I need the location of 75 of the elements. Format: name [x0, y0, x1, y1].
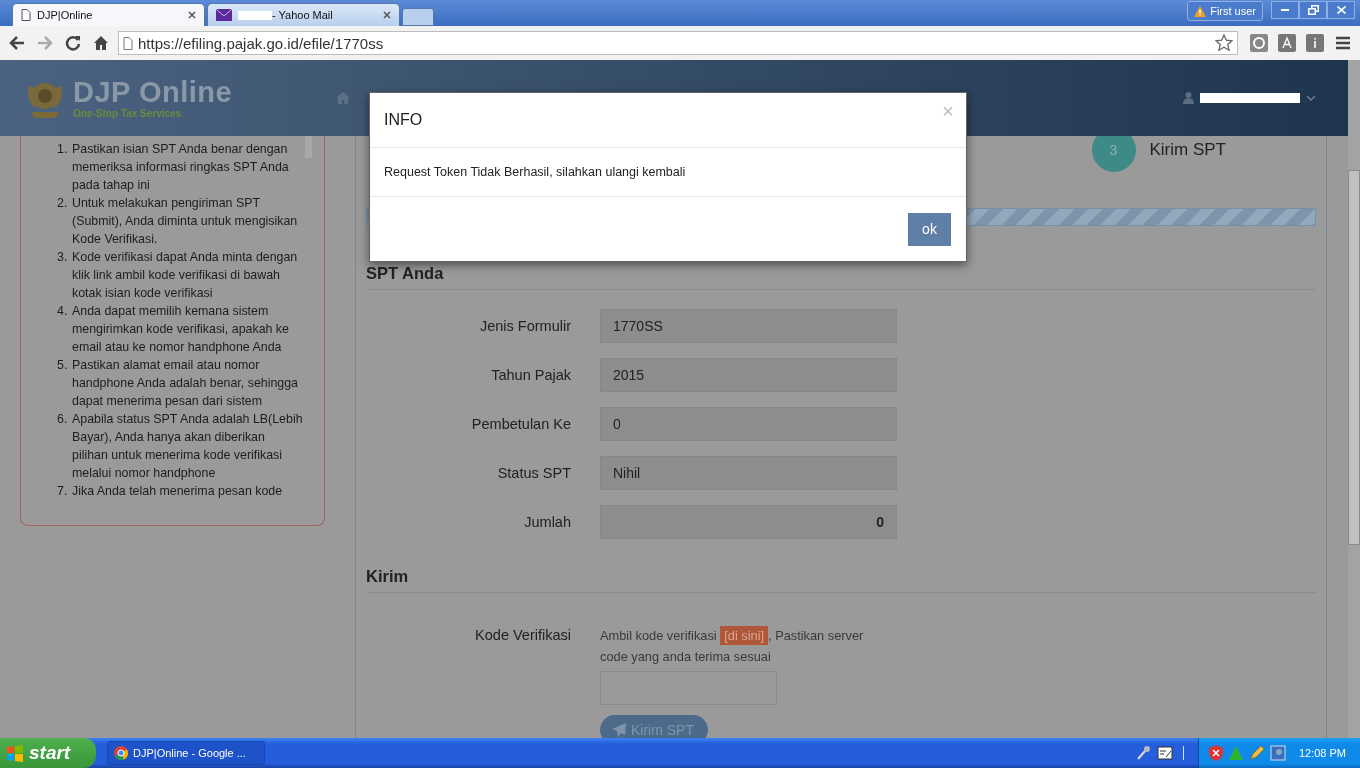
instruction-text: Jika Anda telah menerima pesan kode	[72, 483, 284, 500]
instruction-text: Untuk melakukan pengiriman SPT (Submit), Anda diminta untuk mengisikan Kode Verifikasi.	[72, 195, 299, 248]
input-field[interactable]: 0	[600, 407, 897, 441]
item-number: 7.	[57, 483, 69, 500]
item-number: 2.	[57, 195, 69, 212]
restore-icon	[1307, 5, 1319, 15]
info-extension-icon[interactable]	[1306, 34, 1324, 52]
taskbar-button[interactable]: DJP|Online - Google ...	[107, 741, 265, 765]
close-icon[interactable]	[188, 11, 196, 19]
menu-icon[interactable]	[1334, 34, 1352, 52]
start-button[interactable]: start	[0, 738, 96, 768]
caret-icon[interactable]	[1306, 95, 1316, 101]
shield-icon[interactable]	[1208, 745, 1223, 761]
item-number: 5.	[57, 357, 69, 374]
clock: 12:08 PM	[1298, 747, 1346, 759]
page-icon	[21, 9, 31, 21]
field-label: Jumlah	[523, 514, 571, 530]
scrollbar[interactable]	[1348, 60, 1360, 738]
field-label: Pembetulan Ke	[470, 416, 571, 432]
pencil-icon[interactable]	[1248, 745, 1265, 761]
windows-flag-icon	[6, 744, 24, 762]
field-label: Status SPT	[496, 465, 571, 481]
verification-hint: Ambil kode verifikasi [di sini] , Pastikan server code yang anda terima sesuai	[600, 625, 865, 666]
page-icon	[123, 36, 133, 50]
keyboard-icon[interactable]	[1156, 745, 1173, 761]
site-logo-title: DJP Online	[73, 76, 233, 108]
monitor-icon[interactable]	[1269, 745, 1286, 761]
user-icon	[1183, 92, 1194, 104]
minimize-button[interactable]	[1271, 1, 1299, 19]
scrollbar-thumb[interactable]	[305, 136, 312, 158]
instruction-text: Anda dapat memilih kemana sistem mengirimkan kode verifikasi, apakah ke email atau ke nomor handphone Anda	[72, 303, 290, 356]
home-icon[interactable]	[92, 34, 110, 52]
close-button[interactable]	[1327, 1, 1355, 19]
instruction-text: Kode verifikasi dapat Anda minta dengan klik link ambil kode verifikasi di bawah kotak isian kode verifikasi	[72, 249, 299, 302]
site-tagline: One-Stop Tax Services	[73, 108, 183, 120]
browser-tab[interactable]: DJP|Online	[12, 3, 205, 26]
new-tab-button[interactable]	[402, 8, 434, 26]
sync-extension-icon[interactable]	[1250, 34, 1268, 52]
field-label: Tahun Pajak	[490, 367, 571, 383]
item-number: 6.	[57, 411, 69, 428]
reload-icon[interactable]	[64, 34, 82, 52]
item-number: 3.	[57, 249, 69, 266]
section-heading: SPT Anda	[366, 264, 1316, 290]
ok-button[interactable]: ok	[908, 212, 951, 246]
back-icon[interactable]	[8, 34, 26, 52]
input-field[interactable]: 0	[600, 505, 897, 539]
field-label: Kode Verifikasi	[474, 627, 571, 645]
address-bar[interactable]: https://efiling.pajak.go.id/efile/1770ss	[118, 31, 1238, 55]
browser-tab[interactable]: - Yahoo Mail	[207, 3, 400, 26]
restore-button[interactable]	[1299, 1, 1327, 19]
letter-extension-icon[interactable]	[1278, 34, 1296, 52]
close-icon	[1336, 6, 1346, 14]
dialog-message: Request Token Tidak Berhasil, silahkan ulangi kembali	[384, 165, 686, 179]
field-label: Jenis Formulir	[478, 318, 571, 334]
step-label: Kirim SPT	[1149, 140, 1226, 160]
item-number: 4.	[57, 303, 69, 320]
profile-button[interactable]: First user	[1187, 1, 1263, 21]
instruction-text: Apabila status SPT Anda adalah LB(Lebih Bayar), Anda hanya akan diberikan pilihan untuk menerima kode verifikasi melalui nomor handphone	[72, 411, 304, 482]
input-field[interactable]: Nihil	[600, 456, 897, 490]
instruction-text: Pastikan isian SPT Anda benar dengan memeriksa informasi ringkas SPT Anda pada tahap ini	[72, 141, 290, 194]
envelope-icon	[216, 9, 232, 21]
close-icon[interactable]	[383, 11, 391, 19]
dialog-title: INFO	[384, 111, 423, 129]
item-number: 1.	[57, 141, 69, 158]
step-number: 3	[1091, 136, 1136, 172]
warning-icon	[1194, 5, 1207, 17]
section-heading: Kirim	[366, 567, 1316, 593]
input-field[interactable]: 1770SS	[600, 309, 897, 343]
redaction-bar	[238, 10, 272, 20]
chrome-icon	[114, 746, 128, 760]
microphone-icon[interactable]	[1134, 745, 1151, 761]
input-field[interactable]: 2015	[600, 358, 897, 392]
star-icon[interactable]	[1215, 34, 1233, 52]
instruction-text: Pastikan alamat email atau nomor handphone Anda adalah benar, sehingga dapat menerima pesan dari sistem	[72, 357, 299, 410]
minimize-icon	[1281, 9, 1289, 11]
